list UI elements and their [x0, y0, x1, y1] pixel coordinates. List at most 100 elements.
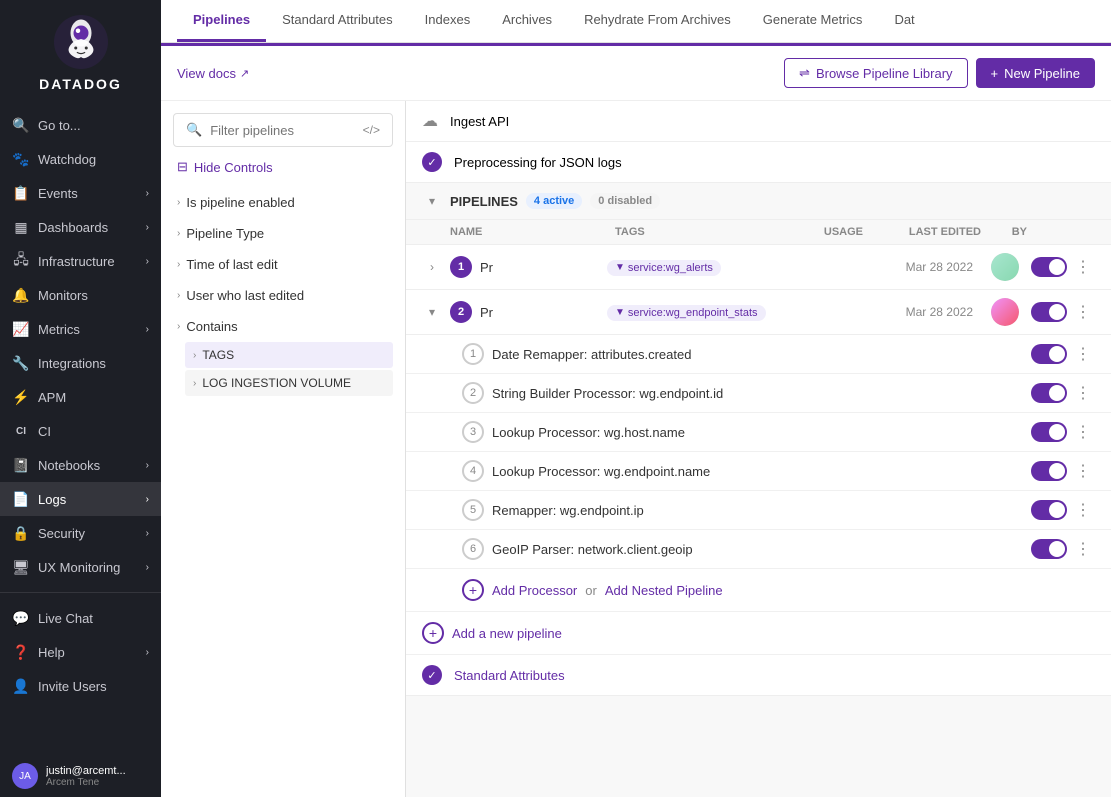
monitors-icon: 🔔 — [12, 286, 30, 304]
sidebar-item-security[interactable]: 🔒 Security › — [0, 516, 161, 550]
sidebar-item-apm[interactable]: ⚡ APM — [0, 380, 161, 414]
tab-pipelines[interactable]: Pipelines — [177, 0, 266, 42]
sidebar-item-help[interactable]: ❓ Help › — [0, 635, 161, 669]
tab-standard-attributes[interactable]: Standard Attributes — [266, 0, 409, 42]
sidebar-item-events[interactable]: 📋 Events › — [0, 176, 161, 210]
menu-dots-button[interactable]: ⋮ — [1071, 537, 1095, 561]
filter-contains[interactable]: › Contains — [173, 311, 393, 342]
avatar — [991, 298, 1019, 326]
filter-is-enabled[interactable]: › Is pipeline enabled — [173, 187, 393, 218]
cloud-icon: ☁ — [422, 111, 438, 131]
add-pipeline-link[interactable]: Add a new pipeline — [452, 626, 562, 641]
sub-processor-5: 5 Remapper: wg.endpoint.ip ⋮ — [406, 491, 1111, 530]
toggle-switch[interactable] — [1031, 422, 1067, 442]
sidebar-item-livechat[interactable]: 💬 Live Chat — [0, 601, 161, 635]
filter-sub-label: TAGS — [202, 348, 234, 362]
tab-generate-metrics[interactable]: Generate Metrics — [747, 0, 879, 42]
menu-dots-button[interactable]: ⋮ — [1071, 420, 1095, 444]
filter-icon: ▼ — [615, 307, 625, 318]
filter-label: User who last edited — [186, 288, 304, 303]
toggle-switch[interactable] — [1031, 302, 1067, 322]
pipeline-tags: ▼ service:wg_endpoint_stats — [607, 303, 767, 321]
tab-dat[interactable]: Dat — [878, 0, 930, 42]
sidebar-item-integrations[interactable]: 🔧 Integrations — [0, 346, 161, 380]
menu-dots-button[interactable]: ⋮ — [1071, 459, 1095, 483]
sidebar-item-infrastructure[interactable]: 🖧 Infrastructure › — [0, 244, 161, 278]
menu-dots-button[interactable]: ⋮ — [1071, 300, 1095, 324]
menu-dots-button[interactable]: ⋮ — [1071, 255, 1095, 279]
sidebar-user: JA justin@arcemt... Arcem Tene — [0, 755, 161, 797]
table-header: ▾ PIPELINES 4 active 0 disabled — [406, 183, 1111, 220]
filter-sub-tags[interactable]: › TAGS — [185, 342, 393, 368]
chevron-right-icon: › — [177, 290, 180, 301]
sidebar-item-goto[interactable]: 🔍 Go to... — [0, 108, 161, 142]
sidebar-item-label: UX Monitoring — [38, 560, 120, 575]
add-nested-link[interactable]: Add Nested Pipeline — [605, 583, 723, 598]
pipeline-name: Pr — [480, 305, 599, 320]
toggle-switch[interactable] — [1031, 461, 1067, 481]
expand-button[interactable]: › — [422, 257, 442, 277]
sidebar-item-watchdog[interactable]: 🐾 Watchdog — [0, 142, 161, 176]
filter-label: Pipeline Type — [186, 226, 264, 241]
add-pipeline-row[interactable]: + Add a new pipeline — [406, 612, 1111, 655]
sidebar-item-ux[interactable]: 🖥 UX Monitoring › — [0, 550, 161, 584]
filter-sub-log-ingestion[interactable]: › LOG INGESTION VOLUME — [185, 370, 393, 396]
filter-icon: ▼ — [615, 262, 625, 273]
menu-dots-button[interactable]: ⋮ — [1071, 342, 1095, 366]
tab-archives[interactable]: Archives — [486, 0, 568, 42]
pipelines-table: ▾ PIPELINES 4 active 0 disabled NAME TAG… — [406, 183, 1111, 696]
user-sub: Arcem Tene — [46, 777, 126, 788]
standard-attrs-link[interactable]: Standard Attributes — [454, 668, 565, 683]
collapse-button[interactable]: ▾ — [422, 191, 442, 211]
search-bar[interactable]: 🔍 </> — [173, 113, 393, 147]
filter-time-last-edit[interactable]: › Time of last edit — [173, 249, 393, 280]
sidebar-item-inviteusers[interactable]: 👤 Invite Users — [0, 669, 161, 703]
toggle-switch[interactable] — [1031, 344, 1067, 364]
processor-number: 6 — [462, 538, 484, 560]
menu-dots-button[interactable]: ⋮ — [1071, 381, 1095, 405]
pipeline-name: Pr — [480, 260, 599, 275]
filter-user-last-edited[interactable]: › User who last edited — [173, 280, 393, 311]
pipeline-number: 1 — [450, 256, 472, 278]
processor-name: String Builder Processor: wg.endpoint.id — [492, 386, 1023, 401]
chevron-right-icon: › — [146, 647, 149, 658]
tab-rehydrate[interactable]: Rehydrate From Archives — [568, 0, 747, 42]
ci-icon: CI — [12, 422, 30, 440]
menu-dots-button[interactable]: ⋮ — [1071, 498, 1095, 522]
toggle-switch[interactable] — [1031, 383, 1067, 403]
toggle-switch[interactable] — [1031, 257, 1067, 277]
sidebar-item-metrics[interactable]: 📈 Metrics › — [0, 312, 161, 346]
sidebar-item-label: Watchdog — [38, 152, 96, 167]
view-docs-link[interactable]: View docs ↗ — [177, 66, 249, 81]
sidebar-item-label: Metrics — [38, 322, 80, 337]
filter-pipeline-type[interactable]: › Pipeline Type — [173, 218, 393, 249]
add-pipeline-icon: + — [422, 622, 444, 644]
sidebar-item-monitors[interactable]: 🔔 Monitors — [0, 278, 161, 312]
filter-label: Contains — [186, 319, 237, 334]
sidebar-item-label: Infrastructure — [38, 254, 115, 269]
new-pipeline-button[interactable]: + New Pipeline — [976, 58, 1095, 88]
sidebar-item-notebooks[interactable]: 📓 Notebooks › — [0, 448, 161, 482]
sidebar-item-logs[interactable]: 📄 Logs › — [0, 482, 161, 516]
search-input[interactable] — [210, 123, 354, 138]
pipeline-tag: ▼ service:wg_endpoint_stats — [607, 305, 766, 321]
sidebar-item-label: Live Chat — [38, 611, 93, 626]
chevron-right-icon: › — [146, 528, 149, 539]
pre-pipeline-label: Preprocessing for JSON logs — [454, 155, 622, 170]
collapse-button[interactable]: ▾ — [422, 302, 442, 322]
col-by-header: BY — [989, 226, 1027, 238]
toolbar-right: ⇌ Browse Pipeline Library + New Pipeline — [784, 58, 1095, 88]
pipeline-tag: ▼ service:wg_alerts — [607, 260, 721, 276]
browse-library-button[interactable]: ⇌ Browse Pipeline Library — [784, 58, 967, 88]
toggle-switch[interactable] — [1031, 539, 1067, 559]
add-processor-link[interactable]: Add Processor — [492, 583, 577, 598]
processor-name: Date Remapper: attributes.created — [492, 347, 1023, 362]
processor-name: Lookup Processor: wg.host.name — [492, 425, 1023, 440]
hide-controls-button[interactable]: ⊟ Hide Controls — [173, 159, 393, 175]
tab-indexes[interactable]: Indexes — [409, 0, 487, 42]
browse-library-label: Browse Pipeline Library — [816, 66, 953, 81]
sidebar-item-dashboards[interactable]: ▦ Dashboards › — [0, 210, 161, 244]
toggle-switch[interactable] — [1031, 500, 1067, 520]
ux-icon: 🖥 — [12, 558, 30, 576]
sidebar-item-ci[interactable]: CI CI — [0, 414, 161, 448]
